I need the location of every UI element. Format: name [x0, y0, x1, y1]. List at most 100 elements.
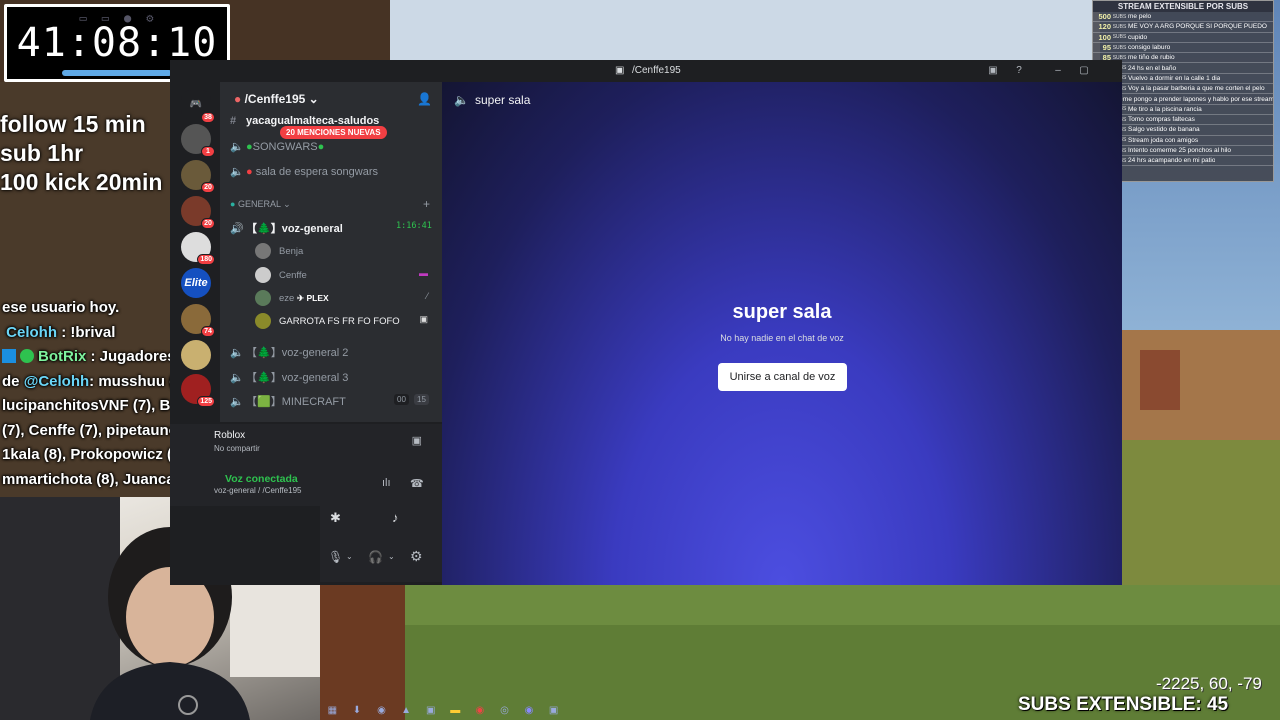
server-icon[interactable]: 180	[181, 232, 215, 265]
category-label: GENERAL	[237, 199, 281, 209]
chat-username: Celohh	[6, 323, 58, 341]
promo-line: 100 kick 20min	[0, 169, 163, 195]
promo-line: sub 1hr	[0, 140, 84, 166]
subs-row: 95 SUBS consigo laburo	[1093, 43, 1273, 54]
channel-voz-general[interactable]: 🔊 【🌲】voz-general	[230, 220, 343, 236]
server-icon[interactable]: 20	[181, 160, 215, 193]
channel-minecraft[interactable]: 🔈 【🟩】MINECRAFT	[230, 393, 346, 409]
server-icon[interactable]	[181, 340, 211, 370]
voice-channel-title: super sala	[732, 301, 832, 323]
speaker-icon: 🔈	[230, 372, 244, 384]
pin-icon[interactable]: ⬇	[345, 705, 370, 716]
app-icon[interactable]: ▣	[541, 705, 566, 716]
voice-status[interactable]: Voz conectada	[225, 473, 298, 485]
minimize-icon[interactable]: –	[1051, 64, 1065, 78]
channel-voz-general-2[interactable]: 🔈 【🌲】voz-general 2	[230, 344, 348, 360]
user-controls: ✱ ♪ 🎙 ⌄ 🎧 ⌄ ⚙	[320, 502, 442, 582]
subs-row: 100 SUBS cupido	[1093, 33, 1273, 43]
voice-waveform-icon[interactable]: ılı	[382, 477, 391, 489]
gear-icon[interactable]: ⚙	[410, 548, 423, 565]
activity-title: Roblox	[214, 430, 246, 441]
soundboard-icon[interactable]: ♪	[392, 510, 399, 525]
voice-member[interactable]: Benja	[255, 243, 303, 259]
headphones-icon[interactable]: 🎧	[368, 550, 383, 564]
avatar	[255, 243, 271, 259]
discord-icon[interactable]: ◉	[517, 705, 542, 716]
server-icon-elite[interactable]: Elite	[181, 268, 211, 298]
channel-label: 【🌲】voz-general 2	[246, 347, 349, 359]
subs-unit: SUBS	[1112, 13, 1127, 20]
voice-member[interactable]: GARROTA FS FR FO FOFO	[255, 313, 400, 329]
channel-label: 【🌲】voz-general 3	[246, 372, 349, 384]
category-general[interactable]: ● GENERAL ⌄	[230, 199, 291, 210]
server-icon[interactable]: 74	[181, 304, 215, 337]
channel-voz-general-3[interactable]: 🔈 【🌲】voz-general 3	[230, 369, 348, 385]
hash-icon: #	[230, 115, 237, 127]
subs-panel-header: STREAM EXTENSIBLE POR SUBS	[1093, 1, 1273, 12]
join-voice-button[interactable]: Unirse a canal de voz	[718, 363, 847, 391]
deafened-icon: ⁄	[426, 291, 428, 301]
voice-channel-info[interactable]: voz-general / /Cenffe195	[214, 486, 301, 495]
subs-goal: ME VOY A ARG PORQUE SI PORQUE PUEDO	[1128, 23, 1267, 31]
disconnect-icon[interactable]: ☎	[410, 477, 424, 490]
activities-icon[interactable]: ✱	[330, 510, 341, 526]
green-dot-icon: ●	[317, 141, 325, 153]
notification-badge: 1	[201, 146, 215, 157]
speaker-icon: 🔈	[230, 166, 244, 178]
bot-badge-icon	[2, 349, 16, 363]
browser-icon[interactable]: ◉	[369, 705, 394, 716]
chrome-icon[interactable]: ◉	[468, 705, 493, 716]
subs-goal: cupido	[1128, 33, 1148, 41]
folder-icon[interactable]: ▬	[443, 705, 468, 716]
user-limit: 15	[414, 394, 429, 405]
subs-goal: Salgo vestido de banana	[1128, 126, 1200, 134]
fire-icon[interactable]: ▲	[394, 705, 419, 716]
discord-home-icon[interactable]: 🎮 38	[181, 90, 215, 123]
start-icon[interactable]: ▦	[320, 705, 345, 716]
chevron-down-icon[interactable]: ⌄	[388, 552, 395, 561]
add-member-icon[interactable]: 👤	[417, 92, 432, 106]
microphone-icon[interactable]: 🎙	[328, 550, 343, 564]
voice-connected-bar: Voz conectada voz-general / /Cenffe195 ı…	[170, 464, 442, 506]
voice-member[interactable]: eze ✈ PLEX	[255, 290, 329, 306]
promo-line: follow 15 min	[0, 111, 146, 137]
subs-count: 95	[1102, 43, 1111, 53]
member-name: Cenffe	[279, 269, 307, 281]
subs-extensible-counter: SUBS EXTENSIBLE: 45	[1018, 694, 1229, 715]
screen-share-icon[interactable]: ▣	[412, 434, 422, 447]
subs-goal: Intento comerme 25 ponchos al hilo	[1128, 147, 1231, 154]
speaker-icon: 🔈	[454, 93, 469, 107]
server-avatar-icon: ●	[234, 92, 242, 106]
server-icon[interactable]: 1	[181, 124, 215, 157]
timer-bar	[62, 70, 172, 76]
voice-member[interactable]: Cenffe	[255, 267, 307, 283]
app-icon[interactable]: ▣	[418, 705, 443, 716]
notification-badge: 74	[201, 326, 215, 337]
plex-tag: ✈ PLEX	[296, 292, 329, 303]
subs-unit: SUBS	[1112, 34, 1127, 41]
activity-subtitle: No compartir	[214, 444, 260, 453]
chevron-down-icon[interactable]: ⌄	[346, 552, 353, 561]
subs-goal: Stream joda con amigos	[1128, 136, 1199, 144]
add-channel-icon[interactable]: +	[423, 197, 430, 211]
channel-songwars[interactable]: 🔈 ●SONGWARS●	[230, 140, 324, 153]
server-icon[interactable]: 125	[181, 374, 215, 407]
new-mentions-pill[interactable]: 20 MENCIONES NUEVAS	[280, 126, 387, 139]
green-dot-icon: ●	[246, 141, 253, 153]
voice-timer: 1:16:41	[396, 221, 432, 231]
obs-icon[interactable]: ◎	[492, 705, 517, 716]
plex-tag-label: PLEX	[306, 292, 329, 303]
chat-icon: ▭	[101, 11, 110, 25]
chat-username: BotRix	[38, 348, 87, 365]
subs-unit: SUBS	[1112, 23, 1127, 30]
inbox-icon[interactable]: ▣	[986, 64, 1000, 78]
channel-label: 【🟩】MINECRAFT	[246, 396, 346, 408]
chat-message: de	[2, 372, 24, 390]
channel-waiting-room[interactable]: 🔈 ● sala de espera songwars	[230, 165, 378, 178]
server-icon[interactable]: 20	[181, 196, 215, 229]
maximize-icon[interactable]: ▢	[1077, 64, 1091, 78]
gear-icon: ⚙	[146, 11, 155, 25]
help-icon[interactable]: ?	[1012, 64, 1026, 78]
activity-panel: Roblox No compartir ▣	[170, 424, 442, 464]
server-header[interactable]: ● /Cenffe195 ⌄	[234, 92, 319, 106]
